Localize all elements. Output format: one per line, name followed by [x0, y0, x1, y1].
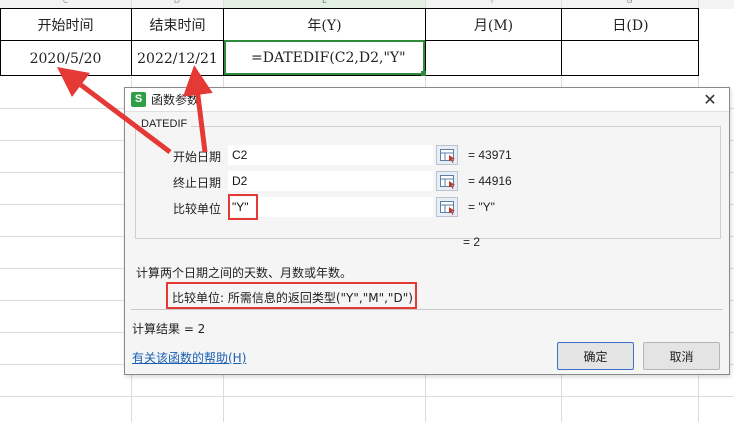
range-picker-button[interactable]	[436, 197, 458, 217]
divider	[131, 309, 723, 310]
arg-input-unit[interactable]	[228, 197, 433, 217]
range-picker-button[interactable]	[436, 145, 458, 165]
function-name: DATEDIF	[137, 118, 192, 130]
formula-value-preview: = 2	[463, 235, 481, 249]
range-picker-icon	[440, 175, 455, 189]
arg-input-start-date[interactable]	[228, 145, 433, 165]
range-picker-icon	[440, 201, 455, 215]
arg-input-end-date[interactable]	[228, 171, 433, 191]
ok-button[interactable]: 确定	[557, 342, 634, 370]
arg-label-start-date: 开始日期	[172, 150, 221, 164]
function-help-link[interactable]: 有关该函数的帮助(H)	[132, 349, 246, 366]
arg-label-unit: 比较单位	[172, 202, 221, 216]
cell-formula-active[interactable]: =DATEDIF(C2,D2,"Y"	[224, 40, 425, 75]
arg-label-end-date: 终止日期	[172, 176, 221, 190]
arg-result-unit: = "Y"	[468, 200, 495, 214]
header-month[interactable]: 月(M)	[426, 9, 561, 40]
calculation-result: 计算结果 = 2	[132, 322, 206, 336]
header-day[interactable]: 日(D)	[562, 9, 699, 40]
dialog-titlebar[interactable]: S 函数参数 ✕	[125, 88, 729, 112]
grid-line	[0, 396, 734, 397]
header-start-time[interactable]: 开始时间	[0, 9, 131, 40]
function-description: 计算两个日期之间的天数、月数或年数。	[136, 266, 353, 280]
cancel-button[interactable]: 取消	[643, 342, 720, 370]
arg-result-start-date: = 43971	[468, 148, 512, 162]
arg-result-end-date: = 44916	[468, 174, 512, 188]
header-year[interactable]: 年(Y)	[224, 9, 425, 40]
header-end-time[interactable]: 结束时间	[132, 9, 223, 40]
fill-handle[interactable]	[421, 71, 426, 76]
parameter-description: 比较单位: 所需信息的返回类型("Y","M","D")	[172, 291, 413, 305]
range-picker-icon	[440, 149, 455, 163]
range-picker-button[interactable]	[436, 171, 458, 191]
function-arguments-dialog: S 函数参数 ✕ DATEDIF 开始日期 = 43971 终止日期 = 449…	[124, 87, 730, 375]
cell-end-date[interactable]: 2022/12/21	[132, 41, 223, 76]
cell-start-date[interactable]: 2020/5/20	[0, 41, 131, 76]
close-icon[interactable]: ✕	[701, 90, 719, 109]
spreadsheet-app-icon: S	[131, 92, 146, 107]
dialog-title: 函数参数	[151, 93, 200, 107]
